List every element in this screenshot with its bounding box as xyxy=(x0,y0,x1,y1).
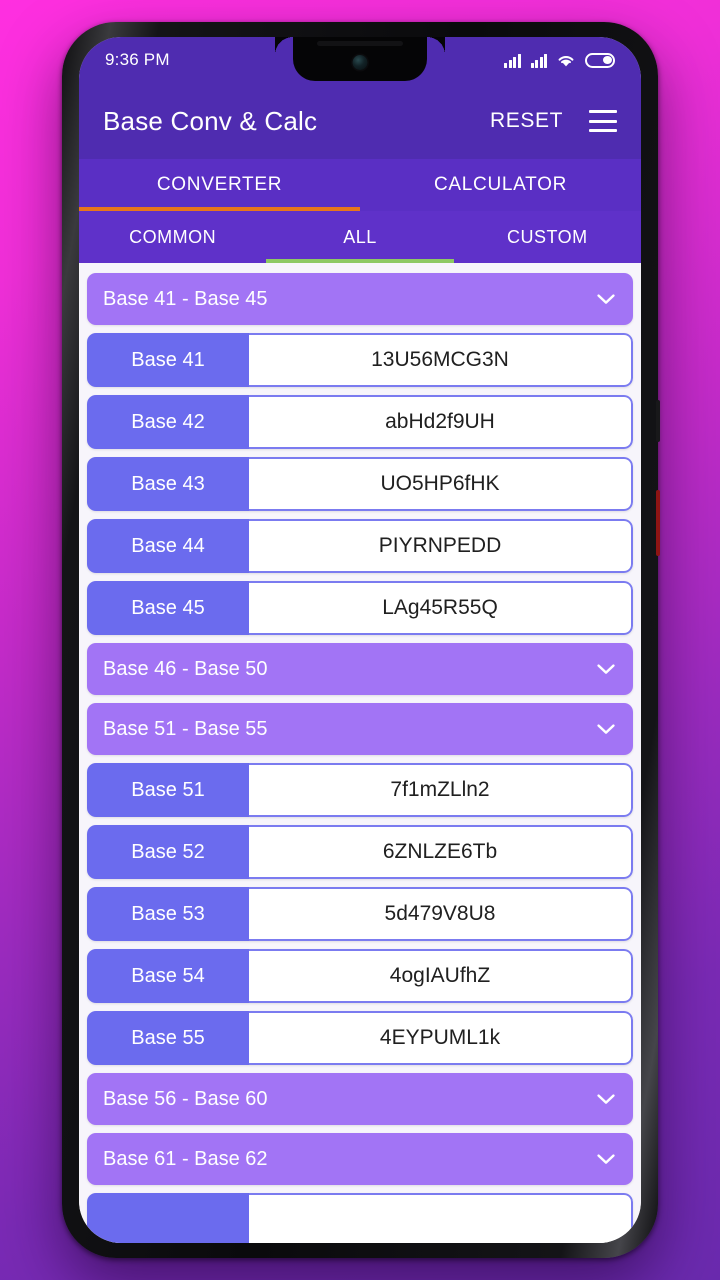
base-list[interactable]: Base 41 - Base 45 Base 41 13U56MCG3N Base 4… xyxy=(79,263,641,1243)
base-row[interactable]: Base 55 4EYPUML1k xyxy=(87,1011,633,1065)
base-row-label: Base 53 xyxy=(87,887,249,941)
tab-custom-indicator xyxy=(454,259,641,263)
group-header-label: Base 56 - Base 60 xyxy=(103,1087,268,1110)
tab-calculator[interactable]: CALCULATOR xyxy=(360,159,641,211)
group-header[interactable]: Base 61 - Base 62 xyxy=(87,1133,633,1185)
tab-custom-label: CUSTOM xyxy=(506,226,588,247)
earpiece-speaker xyxy=(317,41,403,46)
chevron-down-icon xyxy=(597,293,615,305)
tab-all-label: ALL xyxy=(343,226,377,247)
page-title: Base Conv & Calc xyxy=(103,105,318,136)
base-row-value[interactable]: 5d479V8U8 xyxy=(249,887,633,941)
base-row-value[interactable]: 4ogIAUfhZ xyxy=(249,949,633,1003)
group-header-label: Base 41 - Base 45 xyxy=(103,287,268,310)
secondary-tab-bar: COMMON ALL CUSTOM xyxy=(79,211,641,263)
status-bar-clock: 9:36 PM xyxy=(105,50,170,69)
battery-icon xyxy=(585,52,615,68)
chevron-down-icon xyxy=(597,1093,615,1105)
chevron-down-icon xyxy=(597,663,615,675)
base-row-label: Base 45 xyxy=(87,581,249,635)
power-button[interactable] xyxy=(656,490,660,556)
group-header[interactable]: Base 56 - Base 60 xyxy=(87,1073,633,1125)
base-row-value[interactable]: 6ZNLZE6Tb xyxy=(249,825,633,879)
tab-calculator-label: CALCULATOR xyxy=(434,174,567,195)
tab-all[interactable]: ALL xyxy=(266,211,454,263)
tab-converter[interactable]: CONVERTER xyxy=(79,159,360,211)
chevron-down-icon xyxy=(597,723,615,735)
app-bar: Base Conv & Calc RESET xyxy=(79,83,641,159)
base-row[interactable]: Base 51 7f1mZLln2 xyxy=(87,763,633,817)
tab-common-indicator xyxy=(79,259,266,263)
base-row-value[interactable]: PIYRNPEDD xyxy=(249,519,633,573)
base-row[interactable]: Base 52 6ZNLZE6Tb xyxy=(87,825,633,879)
base-row[interactable]: Base 42 abHd2f9UH xyxy=(87,395,633,449)
phone-bezel: 9:36 PM Base Conv & Calc RESET CONVERTER… xyxy=(79,37,641,1243)
base-row[interactable]: Base 44 PIYRNPEDD xyxy=(87,519,633,573)
tab-custom[interactable]: CUSTOM xyxy=(454,211,641,263)
base-row[interactable]: Base 53 5d479V8U8 xyxy=(87,887,633,941)
base-row-value[interactable]: abHd2f9UH xyxy=(249,395,633,449)
tab-all-indicator xyxy=(266,259,454,263)
base-row-value[interactable]: UO5HP6fHK xyxy=(249,457,633,511)
reset-button[interactable]: RESET xyxy=(490,109,563,133)
base-row-value[interactable]: 4EYPUML1k xyxy=(249,1011,633,1065)
group-header[interactable]: Base 51 - Base 55 xyxy=(87,703,633,755)
group-header-label: Base 51 - Base 55 xyxy=(103,717,268,740)
primary-tab-bar: CONVERTER CALCULATOR xyxy=(79,159,641,211)
chevron-down-icon xyxy=(597,1153,615,1165)
group-header-label: Base 46 - Base 50 xyxy=(103,657,268,680)
base-row-value[interactable]: 13U56MCG3N xyxy=(249,333,633,387)
base-row-label: Base 52 xyxy=(87,825,249,879)
base-row-label: Base 41 xyxy=(87,333,249,387)
base-row-label xyxy=(87,1193,249,1243)
group-header[interactable]: Base 41 - Base 45 xyxy=(87,273,633,325)
base-row-label: Base 51 xyxy=(87,763,249,817)
base-row-label: Base 44 xyxy=(87,519,249,573)
volume-button[interactable] xyxy=(656,400,660,442)
base-row[interactable]: Base 54 4ogIAUfhZ xyxy=(87,949,633,1003)
tab-common[interactable]: COMMON xyxy=(79,211,266,263)
app-bar-actions: RESET xyxy=(490,109,617,133)
base-row-label: Base 55 xyxy=(87,1011,249,1065)
base-row-value[interactable] xyxy=(249,1193,633,1243)
signal-bars-icon xyxy=(504,53,521,68)
front-camera-icon xyxy=(352,55,368,70)
group-header-label: Base 61 - Base 62 xyxy=(103,1147,268,1170)
base-row[interactable]: Base 41 13U56MCG3N xyxy=(87,333,633,387)
group-header[interactable]: Base 46 - Base 50 xyxy=(87,643,633,695)
base-row-label: Base 42 xyxy=(87,395,249,449)
signal-bars-icon-2 xyxy=(530,53,547,68)
base-row[interactable] xyxy=(87,1193,633,1243)
hamburger-menu-icon[interactable] xyxy=(589,110,617,132)
phone-device-frame: 9:36 PM Base Conv & Calc RESET CONVERTER… xyxy=(62,22,660,1258)
base-row-value[interactable]: LAg45R55Q xyxy=(249,581,633,635)
tab-converter-label: CONVERTER xyxy=(156,174,283,195)
display-notch xyxy=(275,37,427,81)
base-row[interactable]: Base 43 UO5HP6fHK xyxy=(87,457,633,511)
wifi-icon xyxy=(557,53,575,68)
status-bar-icons xyxy=(504,52,615,68)
base-row-label: Base 43 xyxy=(87,457,249,511)
base-row[interactable]: Base 45 LAg45R55Q xyxy=(87,581,633,635)
base-row-label: Base 54 xyxy=(87,949,249,1003)
phone-screen: 9:36 PM Base Conv & Calc RESET CONVERTER… xyxy=(79,37,641,1243)
base-row-value[interactable]: 7f1mZLln2 xyxy=(249,763,633,817)
tab-common-label: COMMON xyxy=(129,226,217,247)
